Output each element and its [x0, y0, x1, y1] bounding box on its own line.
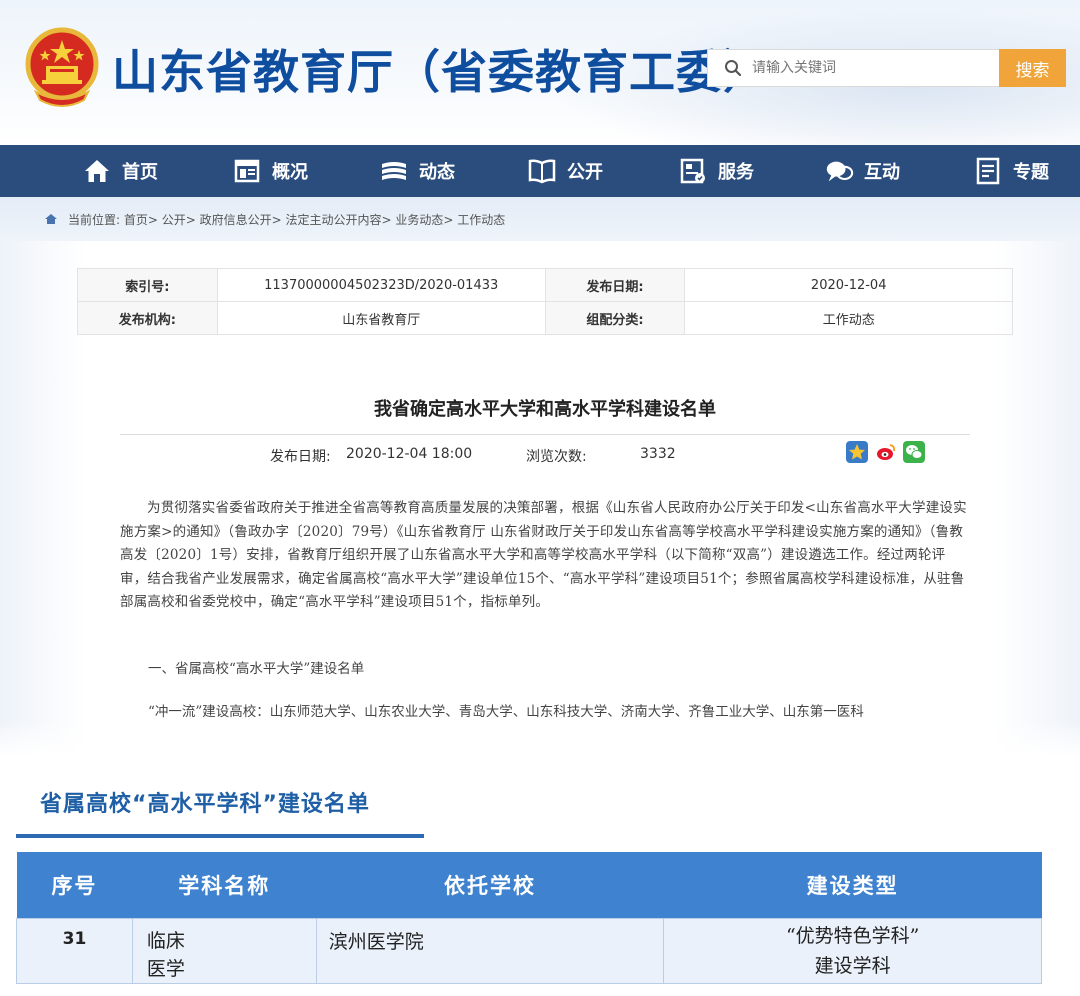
category-label: 组配分类:: [544, 301, 686, 335]
search-input[interactable]: [752, 60, 982, 76]
search-button[interactable]: 搜索: [999, 49, 1066, 87]
pubdate-label: 发布日期:: [544, 268, 686, 302]
nav-item-news[interactable]: 动态: [379, 145, 455, 197]
col-header-name: 学科名称: [132, 852, 317, 918]
nav-label: 首页: [122, 162, 158, 183]
org-label: 发布机构:: [77, 301, 218, 335]
nav-label: 专题: [1013, 162, 1049, 183]
heading-underline: [16, 834, 424, 838]
nav-item-home[interactable]: 首页: [82, 145, 158, 197]
col-header-type: 建设类型: [663, 852, 1042, 918]
nav-label: 公开: [567, 162, 603, 183]
meta-table: 索引号: 11370000004502323D/2020-01433 发布日期:…: [77, 268, 1013, 335]
org-value: 山东省教育厅: [216, 301, 546, 335]
site-title[interactable]: 山东省教育厅（省委教育工委）: [112, 36, 770, 102]
row-num: 31: [16, 917, 133, 984]
document-icon: [973, 156, 1003, 186]
pub-label: 发布日期:: [270, 449, 331, 465]
discipline-table: 序号 学科名称 依托学校 建设类型 31 临床 医学 滨州医学院 “优势特色学科…: [16, 852, 1042, 984]
main-nav: 首页 概况 动态 公开 服务 互动 专题: [0, 145, 1080, 197]
service-icon: [678, 156, 708, 186]
row-discipline: 临床 医学: [131, 917, 317, 984]
pubdate-value: 2020-12-04: [684, 268, 1013, 302]
col-header-school: 依托学校: [316, 852, 664, 918]
table-header-row: 序号 学科名称 依托学校 建设类型: [16, 852, 1042, 918]
window-icon: [232, 156, 262, 186]
discipline-line-1: 临床: [146, 929, 185, 952]
section-heading: 一、省属高校“高水平大学”建设名单: [148, 661, 365, 677]
nav-label: 概况: [272, 162, 308, 183]
views-value: 3332: [640, 446, 676, 462]
chat-icon: [824, 156, 854, 186]
article-title: 我省确定高水平大学和高水平学科建设名单: [374, 399, 716, 420]
nav-item-overview[interactable]: 概况: [232, 145, 308, 197]
type-line-1: “优势特色学科”: [785, 924, 920, 947]
row-type: “优势特色学科” 建设学科: [663, 917, 1042, 984]
search-box: [707, 49, 999, 87]
location-home-icon: [45, 214, 57, 224]
row-school: 滨州医学院: [315, 917, 665, 984]
chong-yiliu-line: “冲一流”建设高校：山东师范大学、山东农业大学、青岛大学、山东科技大学、济南大学…: [148, 704, 864, 720]
title-divider: [120, 434, 970, 435]
nav-item-service[interactable]: 服务: [678, 145, 754, 197]
discipline-line-2: 医学: [146, 957, 185, 980]
search-icon: [725, 60, 742, 77]
article-body: 为贯彻落实省委省政府关于推进全省高等教育高质量发展的决策部署，根据《山东省人民政…: [120, 500, 967, 610]
views-label: 浏览次数:: [526, 449, 587, 465]
nav-label: 动态: [419, 162, 455, 183]
nav-item-interaction[interactable]: 互动: [824, 145, 900, 197]
table-row: 31 临床 医学 滨州医学院 “优势特色学科” 建设学科: [16, 917, 1042, 984]
pub-value: 2020-12-04 18:00: [346, 446, 473, 462]
open-book-icon: [527, 156, 557, 186]
site-header: 山东省教育厅（省委教育工委） 搜索: [0, 0, 1080, 145]
category-value: 工作动态: [684, 301, 1013, 335]
type-line-2: 建设学科: [814, 954, 891, 977]
wechat-icon[interactable]: [903, 441, 925, 463]
favorite-star-icon[interactable]: [846, 441, 868, 463]
index-value: 11370000004502323D/2020-01433: [216, 268, 546, 302]
home-icon: [82, 156, 112, 186]
nav-item-topics[interactable]: 专题: [973, 145, 1049, 197]
breadcrumb: 当前位置: 首页> 公开> 政府信息公开> 法定主动公开内容> 业务动态> 工作…: [0, 197, 1080, 241]
breadcrumb-text[interactable]: 当前位置: 首页> 公开> 政府信息公开> 法定主动公开内容> 业务动态> 工作…: [68, 211, 505, 228]
fade-overlay: [0, 720, 1080, 760]
list-heading: 省属高校“高水平学科”建设名单: [40, 792, 370, 817]
nav-item-open[interactable]: 公开: [527, 145, 603, 197]
nav-label: 服务: [718, 162, 754, 183]
books-icon: [379, 156, 409, 186]
index-label: 索引号:: [77, 268, 218, 302]
national-emblem-icon: [25, 27, 99, 107]
nav-label: 互动: [864, 162, 900, 183]
col-header-num: 序号: [16, 852, 133, 918]
weibo-icon[interactable]: [875, 441, 897, 463]
